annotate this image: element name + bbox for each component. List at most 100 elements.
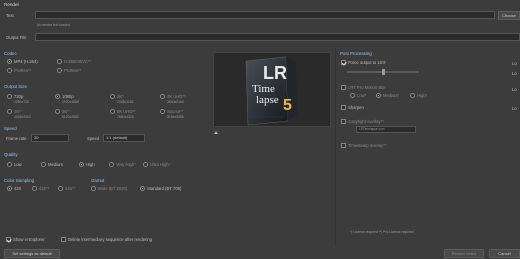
logo-lapse-text: lapse xyxy=(256,94,279,106)
size-option-4kuhd[interactable]: 4K UHD** xyxy=(160,94,186,99)
checkbox-icon xyxy=(341,60,346,65)
radio-icon xyxy=(410,93,415,98)
codec-section-title: Codec xyxy=(4,51,17,56)
text-hint: No render text loaded xyxy=(37,23,70,27)
sampling-option-444[interactable]: 444** xyxy=(58,186,75,191)
choose-button[interactable]: Choose xyxy=(498,11,520,20)
size-sub-720p: 1280x720 xyxy=(14,100,29,104)
output-size-section-title: Output Size xyxy=(4,84,27,89)
logo-lr-text: LR xyxy=(263,63,287,83)
column-divider xyxy=(335,48,336,246)
radio-icon xyxy=(7,186,12,191)
size-option-1080p[interactable]: 1080p xyxy=(55,94,74,99)
license-note: *) License required **) Pro License requ… xyxy=(350,230,414,234)
size-sub-5k: 5120x2880 xyxy=(62,115,79,119)
gamut-option-wide[interactable]: Wide (BT 2020) xyxy=(91,186,127,191)
preview-panel: LR Time lapse 5 xyxy=(213,52,331,127)
codec-option-prores-2[interactable]: ProRes** xyxy=(57,68,81,73)
size-sub-1080p: 1920x1080 xyxy=(62,100,79,104)
blur-option-medium[interactable]: Medium* xyxy=(376,93,400,98)
size-sub-source: 5184x3456 xyxy=(167,115,184,119)
render-video-button[interactable]: Render Video xyxy=(444,249,484,258)
set-default-button[interactable]: Set settings as default xyxy=(4,249,60,258)
size-sub-4k: 4096x2304 xyxy=(14,115,31,119)
checkbox-icon xyxy=(341,143,346,148)
checkbox-icon xyxy=(341,85,346,90)
size-option-2k[interactable]: 2K* xyxy=(110,94,124,99)
frame-rate-input[interactable]: 30 xyxy=(31,134,69,142)
radio-icon xyxy=(57,68,62,73)
radio-icon xyxy=(91,186,96,191)
size-sub-4kuhd: 3840x2160 xyxy=(167,100,184,104)
output-file-field[interactable] xyxy=(35,33,520,41)
preview-slider-marker-icon[interactable] xyxy=(214,131,218,134)
quality-option-high[interactable]: High xyxy=(79,162,95,167)
radio-icon xyxy=(55,109,60,114)
size-option-5k[interactable]: 5K* xyxy=(55,109,69,114)
motion-blur-checkbox[interactable]: LRT Pro Motion Blur xyxy=(341,85,386,90)
text-field[interactable] xyxy=(35,11,495,19)
copyright-checkbox[interactable]: Copyright overlay** xyxy=(341,119,384,124)
radio-icon xyxy=(7,162,12,167)
radio-icon xyxy=(140,186,145,191)
cancel-button[interactable]: Cancel xyxy=(489,249,520,258)
quality-option-veryhigh[interactable]: Very High* xyxy=(109,162,136,167)
radio-icon xyxy=(160,94,165,99)
checkbox-icon xyxy=(341,105,346,110)
quality-option-low[interactable]: Low xyxy=(7,162,22,167)
force-output-slider-knob[interactable] xyxy=(382,69,385,75)
speed-section-title: Speed xyxy=(4,126,17,131)
show-in-explorer-checkbox[interactable]: Show in Explorer xyxy=(6,237,45,242)
gamut-section-title: Gamut xyxy=(91,178,105,183)
radio-icon xyxy=(7,109,12,114)
checkbox-icon xyxy=(61,237,66,242)
speed-label: Speed xyxy=(87,136,100,141)
radio-icon xyxy=(7,59,12,64)
frame-rate-label: Frame rate xyxy=(6,136,27,141)
size-option-8kuhd[interactable]: 8K UHD** xyxy=(110,109,136,114)
size-option-source[interactable]: Source** xyxy=(160,109,184,114)
right-label-3: Lo xyxy=(512,87,517,92)
right-label-2: Lo xyxy=(512,71,517,76)
size-sub-8kuhd: 7680x4320 xyxy=(117,115,134,119)
sampling-option-422[interactable]: 422** xyxy=(32,186,49,191)
radio-icon xyxy=(110,94,115,99)
checkbox-icon xyxy=(341,119,346,124)
size-option-4k[interactable]: 4K* xyxy=(7,109,21,114)
codec-option-prores-1[interactable]: ProRes** xyxy=(7,68,31,73)
radio-icon xyxy=(58,186,63,191)
post-processing-section-title: Post Processing xyxy=(340,51,372,56)
codec-option-mp4[interactable]: MP4 (H.264) xyxy=(7,59,38,64)
delete-intermediary-checkbox[interactable]: Delete intermediary sequence after rende… xyxy=(61,237,152,242)
radio-icon xyxy=(57,59,62,64)
radio-icon xyxy=(160,109,165,114)
timestamp-checkbox[interactable]: Timestamp overlay** xyxy=(341,143,386,148)
right-label-1: Lo xyxy=(512,61,517,66)
output-file-label: Output File xyxy=(6,35,27,40)
sampling-option-420[interactable]: 420 xyxy=(7,186,21,191)
radio-icon xyxy=(41,162,46,167)
copyright-input[interactable]: LRTimelapse.com xyxy=(356,126,416,133)
radio-icon xyxy=(110,109,115,114)
quality-option-medium[interactable]: Medium xyxy=(41,162,63,167)
force-output-checkbox[interactable]: Force output to 16:9 xyxy=(341,60,385,65)
radio-icon xyxy=(7,94,12,99)
checkbox-icon xyxy=(6,237,11,242)
radio-icon xyxy=(143,162,148,167)
radio-icon xyxy=(79,162,84,167)
codec-option-h265[interactable]: H.265/HEVC** xyxy=(57,59,91,64)
color-sampling-section-title: Color Sampling xyxy=(4,178,35,183)
radio-icon xyxy=(109,162,114,167)
window-title: Render xyxy=(4,2,20,7)
blur-option-high[interactable]: High* xyxy=(410,93,427,98)
quality-option-ultrahigh[interactable]: Ultra High* xyxy=(143,162,170,167)
size-sub-2k: 2048x1152 xyxy=(117,100,134,104)
blur-option-low[interactable]: Low* xyxy=(350,93,366,98)
radio-icon xyxy=(55,94,60,99)
quality-section-title: Quality xyxy=(4,152,18,157)
size-option-720p[interactable]: 720p xyxy=(7,94,23,99)
gamut-option-standard[interactable]: Standard (BT 709) xyxy=(140,186,181,191)
right-label-4: Lo xyxy=(512,106,517,111)
sharpen-checkbox[interactable]: Sharpen xyxy=(341,105,364,110)
speed-select[interactable]: 1:1 (default) xyxy=(103,134,145,142)
